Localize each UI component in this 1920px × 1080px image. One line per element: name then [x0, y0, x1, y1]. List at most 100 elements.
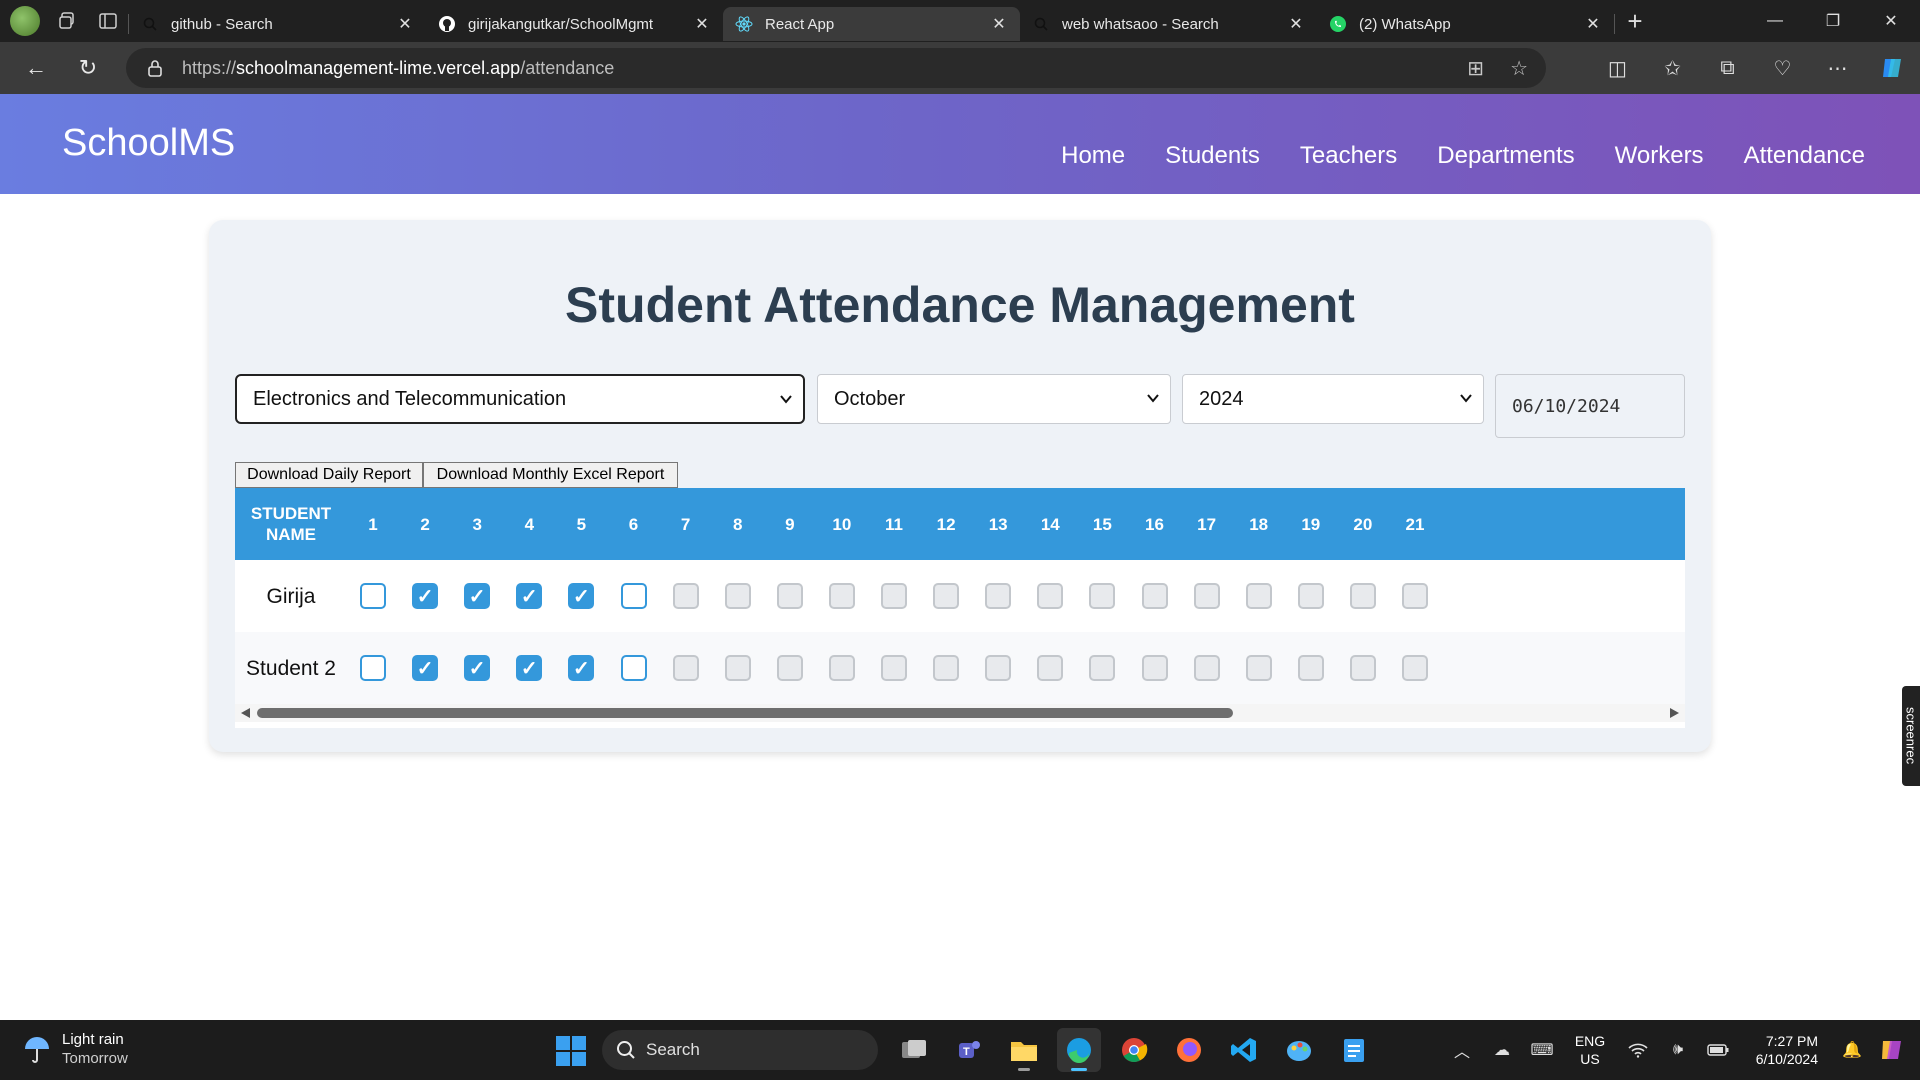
nav-teachers[interactable]: Teachers	[1300, 142, 1397, 170]
attendance-checkbox[interactable]	[620, 655, 647, 681]
system-tray: ︿ ☁ ⌨ ENG US 🕪 7:27 PM 6/10/2024 🔔	[1442, 1020, 1920, 1080]
wifi-icon[interactable]	[1618, 1042, 1658, 1058]
attendance-checkbox	[672, 655, 699, 681]
nav-departments[interactable]: Departments	[1437, 142, 1574, 170]
attendance-checkbox[interactable]: ✓	[412, 583, 439, 609]
lock-icon[interactable]	[144, 59, 166, 77]
download-monthly-report-button[interactable]: Download Monthly Excel Report	[423, 462, 678, 488]
download-daily-report-button[interactable]: Download Daily Report	[235, 462, 423, 488]
copilot-icon[interactable]	[1865, 42, 1920, 94]
tab-whatsapp-search[interactable]: web whatsaoo - Search ✕	[1020, 7, 1317, 41]
keyboard-icon[interactable]: ⌨	[1522, 1040, 1562, 1060]
favorites-icon[interactable]: ✩	[1645, 42, 1700, 94]
header-day: 5	[576, 514, 587, 534]
workspaces-icon[interactable]	[48, 0, 88, 42]
profile-avatar[interactable]	[10, 6, 40, 36]
attendance-checkbox[interactable]: ✓	[516, 655, 543, 681]
attendance-checkbox	[776, 583, 803, 609]
month-select[interactable]: October	[817, 374, 1171, 424]
header-day: 16	[1145, 514, 1164, 534]
nav-home[interactable]: Home	[1061, 142, 1125, 170]
paint-icon[interactable]	[1277, 1028, 1321, 1072]
onedrive-icon[interactable]: ☁	[1482, 1040, 1522, 1060]
refresh-icon[interactable]: ↻	[62, 42, 114, 94]
collections-icon[interactable]: ⧉	[1700, 42, 1755, 94]
attendance-checkbox[interactable]: ✓	[464, 655, 491, 681]
tab-react-app[interactable]: React App ✕	[723, 7, 1020, 41]
scroll-right-icon[interactable]	[1670, 708, 1679, 718]
tab-whatsapp[interactable]: (2) WhatsApp ✕	[1317, 7, 1614, 41]
header-day: 19	[1301, 514, 1321, 534]
browser-essentials-icon[interactable]: ♡	[1755, 42, 1810, 94]
attendance-checkbox[interactable]: ✓	[412, 655, 439, 681]
start-button[interactable]	[556, 1036, 586, 1066]
url-bar[interactable]: https://schoolmanagement-lime.vercel.app…	[126, 48, 1546, 88]
attendance-checkbox[interactable]: ✓	[568, 655, 595, 681]
close-window-icon[interactable]: ✕	[1862, 0, 1920, 42]
file-explorer-icon[interactable]	[1002, 1028, 1046, 1072]
copilot-taskbar-icon[interactable]	[1872, 1037, 1912, 1063]
split-screen-icon[interactable]: ◫	[1590, 42, 1645, 94]
attendance-checkbox	[933, 655, 960, 681]
bing-search-icon	[1032, 15, 1050, 33]
chrome-icon[interactable]	[1112, 1028, 1156, 1072]
vscode-icon[interactable]	[1222, 1028, 1266, 1072]
year-select[interactable]: 2024	[1182, 374, 1484, 424]
firefox-icon[interactable]	[1167, 1028, 1211, 1072]
clock-date: 6/10/2024	[1755, 1051, 1818, 1067]
attendance-checkbox	[1245, 583, 1272, 609]
attendance-checkbox[interactable]	[620, 583, 647, 609]
nav-attendance[interactable]: Attendance	[1744, 142, 1865, 170]
tab-title: web whatsaoo - Search	[1062, 15, 1219, 33]
volume-icon[interactable]: 🕪	[1658, 1041, 1698, 1059]
attendance-checkbox[interactable]: ✓	[568, 583, 595, 609]
attendance-checkbox[interactable]: ✓	[516, 583, 543, 609]
date-input[interactable]: 06/10/2024	[1495, 374, 1685, 438]
task-view-icon[interactable]	[892, 1028, 936, 1072]
tab-close-icon[interactable]: ✕	[693, 15, 711, 33]
tab-close-icon[interactable]: ✕	[990, 15, 1008, 33]
vertical-tabs-icon[interactable]	[88, 0, 128, 42]
attendance-checkbox[interactable]	[360, 583, 386, 609]
language-indicator[interactable]: ENG US	[1562, 1032, 1618, 1068]
new-tab-button[interactable]: +	[1615, 0, 1655, 42]
attendance-checkbox	[776, 655, 803, 681]
url-prefix: https://	[182, 57, 237, 78]
nav-students[interactable]: Students	[1165, 142, 1260, 170]
app-available-icon[interactable]: ⊞	[1467, 56, 1484, 81]
url-actions: ⊞ ☆	[1467, 48, 1528, 88]
site-header: SchoolMS Home Students Teachers Departme…	[0, 94, 1920, 194]
nav-workers[interactable]: Workers	[1615, 142, 1704, 170]
battery-icon[interactable]	[1698, 1044, 1738, 1056]
tab-close-icon[interactable]: ✕	[396, 15, 414, 33]
tab-close-icon[interactable]: ✕	[1287, 15, 1305, 33]
minimize-icon[interactable]: —	[1746, 0, 1804, 42]
scroll-left-icon[interactable]	[241, 708, 250, 718]
tab-github-search[interactable]: github - Search ✕	[129, 7, 426, 41]
browser-tab-bar: github - Search ✕ girijakangutkar/School…	[0, 0, 1920, 42]
teams-icon[interactable]: T	[947, 1028, 991, 1072]
back-icon[interactable]: ←	[10, 42, 62, 94]
favorite-star-icon[interactable]: ☆	[1510, 56, 1528, 81]
clock[interactable]: 7:27 PM 6/10/2024	[1738, 1032, 1818, 1068]
weather-widget[interactable]: Light rain Tomorrow	[22, 1030, 128, 1068]
tab-github-repo[interactable]: girijakangutkar/SchoolMgmt ✕	[426, 7, 723, 41]
department-select[interactable]: Electronics and Telecommunication	[235, 374, 805, 424]
table-header: STUDENT NAME 1 2 3 4 5 6 7 8 9 10 11 12 13 14 15 16 17 18…	[235, 488, 1685, 560]
attendance-checkbox[interactable]	[360, 655, 386, 681]
scrollbar-thumb[interactable]	[257, 708, 1233, 718]
site-logo[interactable]: SchoolMS	[62, 122, 235, 165]
restore-icon[interactable]: ❐	[1804, 0, 1862, 42]
taskbar-search[interactable]: Search	[602, 1030, 878, 1070]
weather-subtitle: Tomorrow	[62, 1050, 128, 1067]
attendance-checkbox[interactable]: ✓	[464, 583, 491, 609]
screenrec-badge[interactable]: screenrec	[1902, 686, 1920, 786]
tab-title: github - Search	[171, 15, 273, 33]
more-menu-icon[interactable]: ⋯	[1810, 42, 1865, 94]
horizontal-scrollbar[interactable]	[235, 704, 1685, 722]
show-hidden-icons-icon[interactable]: ︿	[1442, 1038, 1482, 1062]
tab-close-icon[interactable]: ✕	[1584, 15, 1602, 33]
edge-icon[interactable]	[1057, 1028, 1101, 1072]
notepad-icon[interactable]	[1332, 1028, 1376, 1072]
notification-icon[interactable]: 🔔	[1832, 1040, 1872, 1060]
